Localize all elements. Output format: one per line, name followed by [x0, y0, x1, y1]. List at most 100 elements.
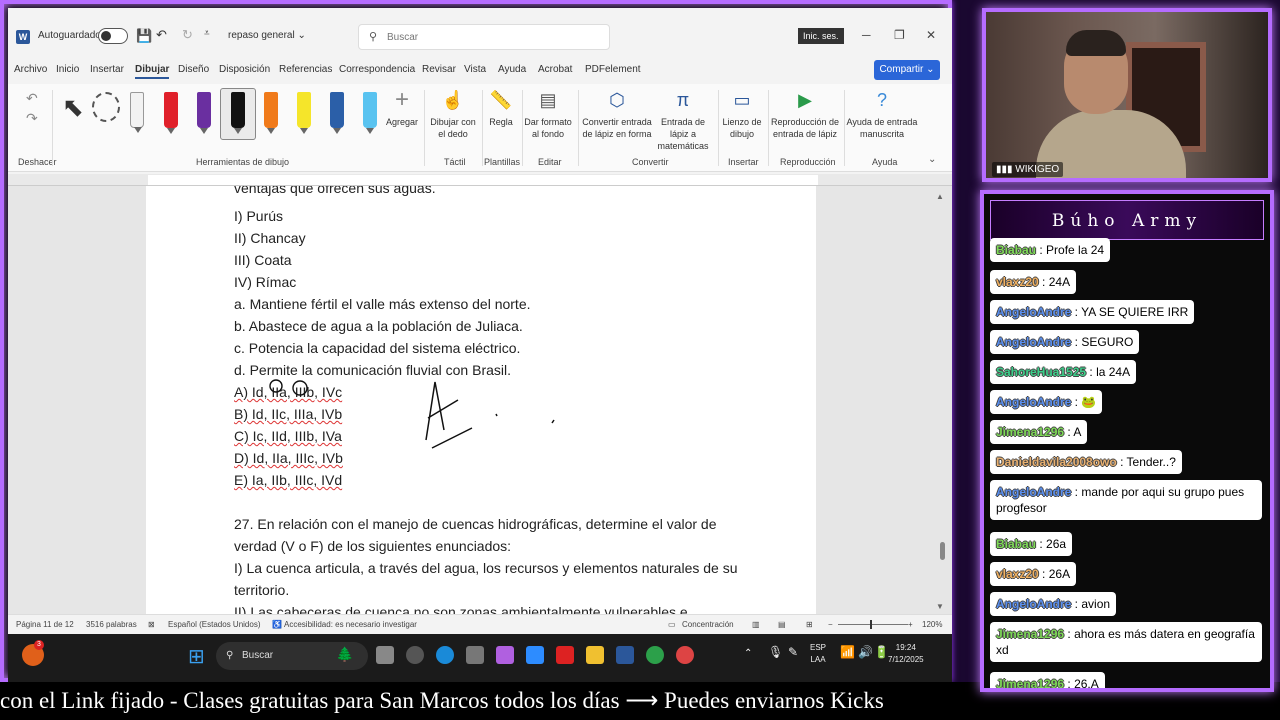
chat-username[interactable]: AngeloAndre — [996, 395, 1071, 409]
plus-icon: + — [394, 86, 409, 113]
proofing-icon[interactable]: ⊠ — [148, 620, 155, 629]
chat-username[interactable]: Biabau — [996, 537, 1036, 551]
wifi-icon[interactable]: 📶 — [840, 646, 855, 658]
web-layout-icon[interactable]: ⊞ — [806, 620, 813, 629]
print-layout-icon[interactable]: ▤ — [778, 620, 786, 629]
collapse-ribbon-icon[interactable]: ⌄ — [928, 154, 936, 165]
pen-black-icon[interactable] — [231, 92, 245, 134]
chat-username[interactable]: Danieldavila2008owo — [996, 455, 1117, 469]
ink-replay-button[interactable]: ▶ Reproducción de entrada de lápiz — [770, 88, 840, 140]
chat-username[interactable]: Jimena1296 — [996, 425, 1064, 439]
tab-revisar[interactable]: Revisar — [422, 64, 456, 75]
tab-insertar[interactable]: Insertar — [90, 64, 124, 75]
word-count[interactable]: 3516 palabras — [86, 620, 137, 629]
clock[interactable]: 19:24 7/12/2025 — [888, 642, 924, 666]
share-button[interactable]: Compartir ⌄ — [874, 60, 940, 80]
zoom-slider[interactable] — [838, 624, 908, 625]
ink-to-math-button[interactable]: π Entrada de lápiz a matemáticas — [652, 88, 714, 152]
pen-eraser-icon[interactable] — [130, 92, 144, 133]
chat-username[interactable]: AngeloAndre — [996, 597, 1071, 611]
select-pointer-icon[interactable]: ⬉ — [62, 92, 84, 123]
pen-tray-icon[interactable]: ✎ — [788, 646, 798, 658]
chat-username[interactable]: AngeloAndre — [996, 335, 1071, 349]
close-icon[interactable]: ✕ — [926, 28, 936, 42]
redo-icon[interactable]: ↻ — [182, 27, 193, 43]
pen-blue-icon[interactable] — [330, 92, 344, 134]
tab-diseno[interactable]: Diseño — [178, 64, 209, 75]
page-count[interactable]: Página 11 de 12 — [16, 620, 74, 629]
zoom-level[interactable]: 120% — [922, 620, 942, 629]
ribbon-undo-icon[interactable]: ↶ — [26, 90, 38, 107]
tab-vista[interactable]: Vista — [464, 64, 486, 75]
tab-inicio[interactable]: Inicio — [56, 64, 79, 75]
save-icon[interactable]: 💾 — [136, 28, 152, 44]
tab-disposicion[interactable]: Disposición — [219, 64, 270, 75]
pen-red-icon[interactable] — [164, 92, 178, 134]
github-icon[interactable] — [406, 646, 424, 664]
taskbar-search[interactable]: ⚲ Buscar 🌲 — [216, 642, 368, 670]
ribbon-redo-icon[interactable]: ↷ — [26, 110, 38, 127]
minimize-icon[interactable]: ─ — [862, 28, 871, 42]
focus-mode[interactable]: Concentración — [682, 620, 734, 629]
zoom-out-icon[interactable]: − — [828, 620, 833, 629]
customize-qat-icon[interactable]: ⩡ — [204, 28, 210, 39]
vertical-scrollbar[interactable] — [938, 186, 946, 606]
highlighter-yellow-icon[interactable] — [297, 92, 311, 134]
battery-icon[interactable]: 🔋 — [874, 646, 889, 658]
copilot-icon[interactable] — [496, 646, 514, 664]
format-background-button[interactable]: ▤ Dar formato al fondo — [524, 88, 572, 140]
restore-icon[interactable]: ❐ — [894, 28, 905, 42]
read-mode-icon[interactable]: ▥ — [752, 620, 760, 629]
chat-username[interactable]: SahoreHua1525 — [996, 365, 1086, 379]
draw-with-finger-button[interactable]: ☝ Dibujar con el dedo — [428, 88, 478, 140]
tab-ayuda[interactable]: Ayuda — [498, 64, 526, 75]
windows-start-icon[interactable]: ⊞ — [188, 644, 205, 669]
chat-username[interactable]: Jimena1296 — [996, 677, 1064, 688]
search-box[interactable]: ⚲ Buscar — [358, 24, 610, 50]
highlighter-cyan-icon[interactable] — [363, 92, 377, 134]
drawing-canvas-button[interactable]: ▭ Lienzo de dibujo — [720, 88, 764, 140]
tab-correspondencia[interactable]: Correspondencia — [339, 64, 415, 75]
chat-username[interactable]: vlaxz20 — [996, 567, 1039, 581]
document-page[interactable]: ventajas que ofrecen sus aguas. I) Purús… — [146, 186, 816, 614]
lasso-select-icon[interactable] — [92, 92, 120, 122]
word-taskbar-icon[interactable] — [616, 646, 634, 664]
autosave-toggle[interactable] — [98, 28, 128, 44]
pen-purple-icon[interactable] — [197, 92, 211, 134]
calculator-icon[interactable] — [466, 646, 484, 664]
chat-username[interactable]: Jimena1296 — [996, 627, 1064, 641]
tray-overflow-icon[interactable]: ⌃ — [744, 648, 752, 660]
scroll-thumb[interactable] — [940, 542, 945, 560]
ink-to-shape-button[interactable]: ⬡ Convertir entrada de lápiz en forma — [582, 88, 652, 140]
zoom-app-icon[interactable] — [526, 646, 544, 664]
chat-username[interactable]: vlaxz20 — [996, 275, 1039, 289]
language-status[interactable]: Español (Estados Unidos) — [168, 620, 261, 629]
zoom-slider-thumb[interactable] — [870, 620, 872, 629]
edge-icon[interactable] — [436, 646, 454, 664]
chat-username[interactable]: AngeloAndre — [996, 485, 1071, 499]
pen-orange-icon[interactable] — [264, 92, 278, 134]
ink-help-button[interactable]: ? Ayuda de entrada manuscrita — [846, 88, 918, 140]
tab-acrobat[interactable]: Acrobat — [538, 64, 572, 75]
tab-archivo[interactable]: Archivo — [14, 64, 47, 75]
pdf-app-icon[interactable] — [676, 646, 694, 664]
task-view-icon[interactable] — [376, 646, 394, 664]
document-name[interactable]: repaso general ⌄ — [228, 30, 306, 41]
zoom-in-icon[interactable]: + — [908, 620, 913, 629]
input-language[interactable]: ESP LAA — [810, 642, 826, 666]
tab-dibujar[interactable]: Dibujar — [135, 64, 170, 79]
file-explorer-icon[interactable] — [586, 646, 604, 664]
acrobat-icon[interactable] — [556, 646, 574, 664]
accessibility-status[interactable]: Accesibilidad: es necesario investigar — [284, 620, 417, 629]
volume-icon[interactable]: 🔊 — [858, 646, 873, 658]
microphone-icon[interactable]: 🎙 — [768, 646, 783, 658]
chat-username[interactable]: AngeloAndre — [996, 305, 1071, 319]
undo-icon[interactable]: ↶ — [156, 27, 167, 43]
chrome-icon[interactable] — [646, 646, 664, 664]
add-pen-button[interactable]: + Agregar — [386, 88, 418, 128]
sign-in-button[interactable]: Inic. ses. — [798, 28, 844, 44]
tab-referencias[interactable]: Referencias — [279, 64, 332, 75]
chat-username[interactable]: Biabau — [996, 243, 1036, 257]
ruler-button[interactable]: 📏 Regla — [484, 88, 518, 128]
tab-pdfelement[interactable]: PDFelement — [585, 64, 641, 75]
